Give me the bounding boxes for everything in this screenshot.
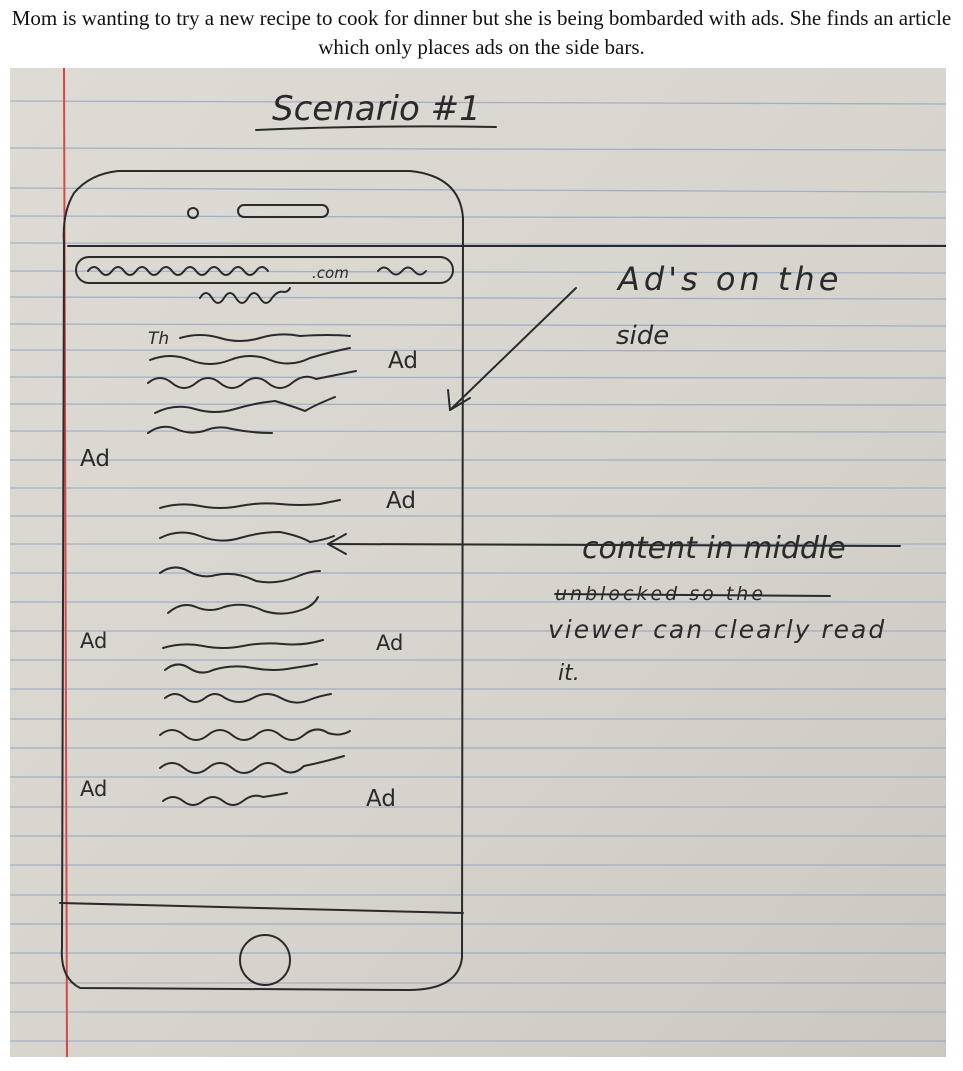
ad-label-right: Ad [386, 488, 416, 514]
sketch-photo: Scenario #1 .com Th Ad Ad Ad Ad Ad Ad Ad… [10, 68, 946, 1057]
ad-label-right: Ad [376, 631, 403, 655]
ad-label-left: Ad [80, 629, 107, 653]
sketch-title: Scenario #1 [272, 89, 481, 129]
ad-label-left: Ad [80, 446, 110, 472]
url-domain-text: .com [312, 264, 349, 282]
annotation-ads-line2: side [616, 321, 669, 351]
annotation-content-line2: unblocked so the [555, 583, 766, 605]
ad-label-right: Ad [388, 348, 418, 374]
annotation-content-line4: it. [558, 661, 580, 686]
annotation-content-line3: viewer can clearly read [548, 615, 886, 644]
article-first-word: Th [148, 329, 169, 349]
annotation-ads-line1: Ad's on the [616, 260, 842, 298]
scenario-caption: Mom is wanting to try a new recipe to co… [11, 6, 952, 59]
ad-label-left: Ad [80, 777, 107, 801]
annotation-content-line1: content in middle [582, 531, 846, 566]
ad-label-right: Ad [366, 786, 396, 812]
